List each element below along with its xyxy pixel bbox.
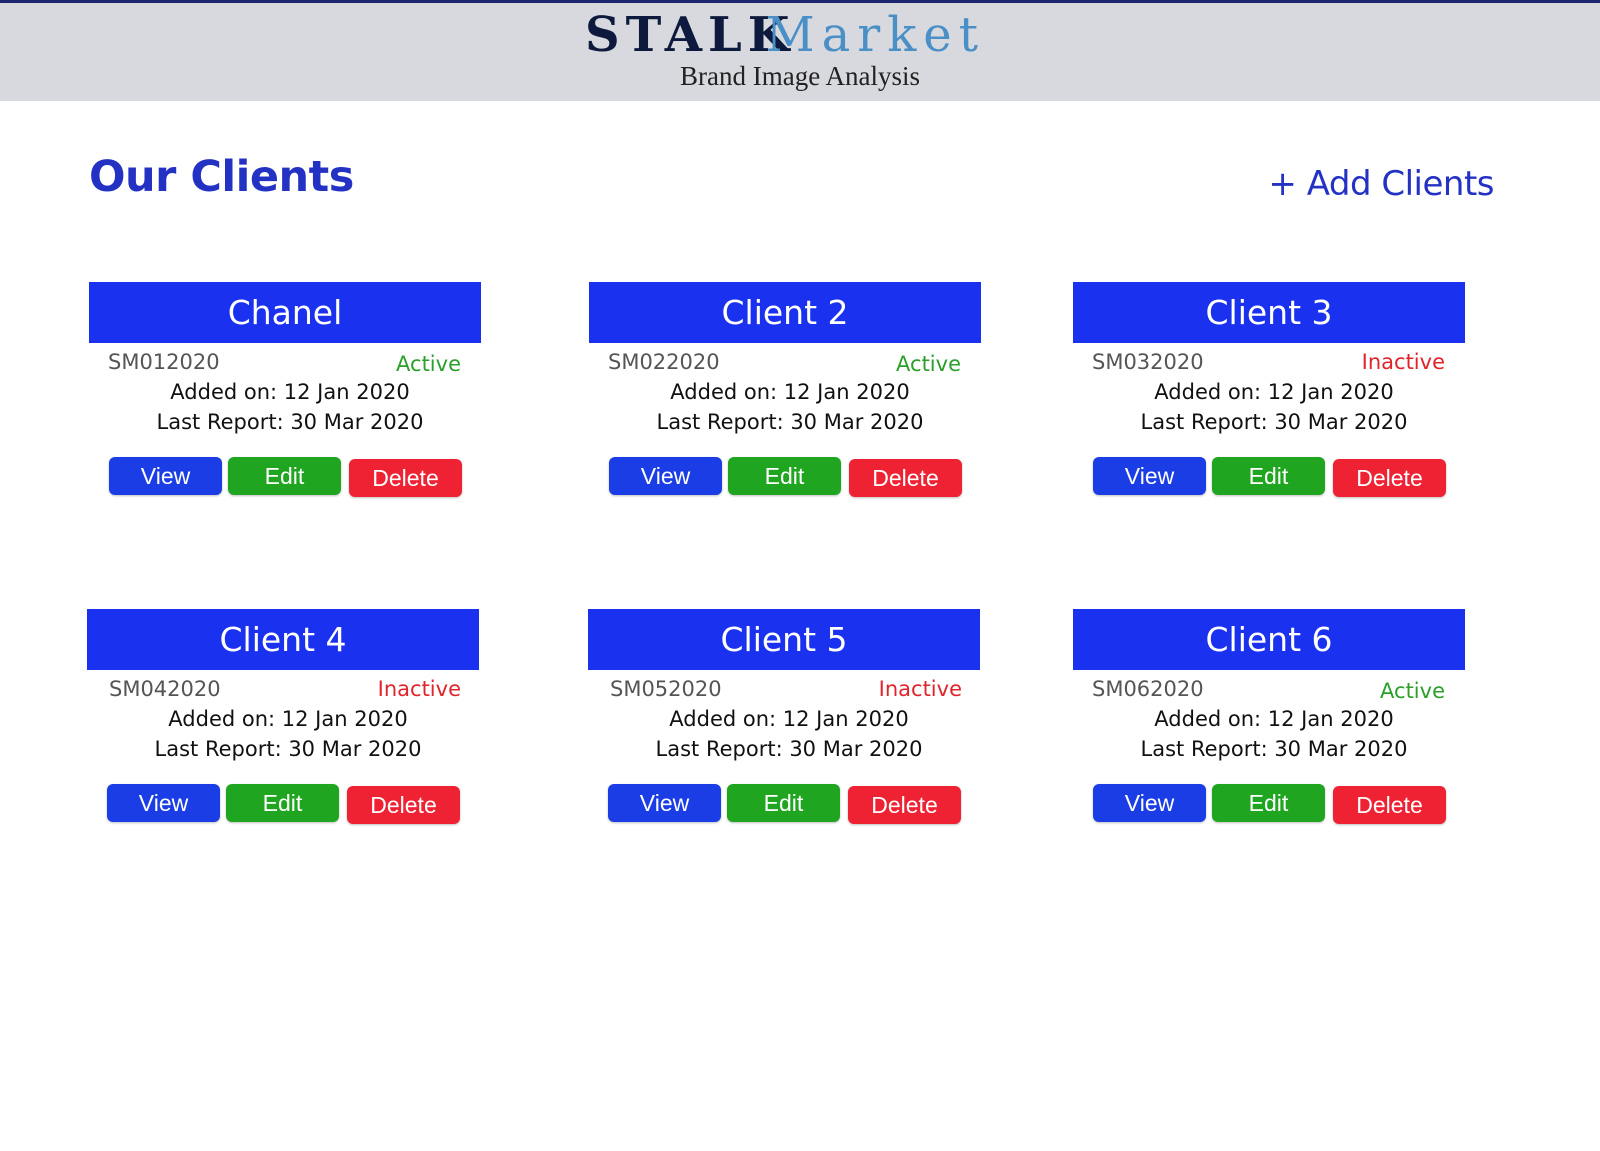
- view-button[interactable]: View: [1093, 784, 1206, 822]
- client-id: SM062020: [1092, 677, 1204, 701]
- client-added-date: Added on: 12 Jan 2020: [168, 707, 408, 731]
- page-title: Our Clients: [89, 152, 354, 202]
- client-added-date: Added on: 12 Jan 2020: [670, 380, 910, 404]
- client-id: SM012020: [108, 350, 220, 374]
- client-last-report: Last Report: 30 Mar 2020: [1140, 410, 1408, 434]
- client-last-report: Last Report: 30 Mar 2020: [156, 410, 424, 434]
- client-card: Client 6 SM062020 Active Added on: 12 Ja…: [1073, 609, 1465, 839]
- edit-button[interactable]: Edit: [728, 457, 841, 495]
- client-card: Client 3 SM032020 Inactive Added on: 12 …: [1073, 282, 1465, 512]
- client-added-date: Added on: 12 Jan 2020: [1154, 707, 1394, 731]
- client-name-header: Client 3: [1073, 282, 1465, 343]
- client-name-header: Client 6: [1073, 609, 1465, 670]
- client-card: Chanel SM012020 Active Added on: 12 Jan …: [89, 282, 481, 512]
- view-button[interactable]: View: [107, 784, 220, 822]
- delete-button[interactable]: Delete: [347, 786, 460, 824]
- client-added-date: Added on: 12 Jan 2020: [170, 380, 410, 404]
- delete-button[interactable]: Delete: [1333, 459, 1446, 497]
- brand-tagline: Brand Image Analysis: [680, 61, 920, 91]
- client-status-badge: Inactive: [878, 677, 962, 701]
- client-status-badge: Active: [896, 352, 961, 376]
- client-card: Client 5 SM052020 Inactive Added on: 12 …: [588, 609, 980, 839]
- client-added-date: Added on: 12 Jan 2020: [1154, 380, 1394, 404]
- delete-button[interactable]: Delete: [349, 459, 462, 497]
- client-id: SM022020: [608, 350, 720, 374]
- app-header: STALKMarket Brand Image Analysis: [0, 0, 1600, 101]
- client-last-report: Last Report: 30 Mar 2020: [1140, 737, 1408, 761]
- view-button[interactable]: View: [1093, 457, 1206, 495]
- client-card: Client 2 SM022020 Active Added on: 12 Ja…: [589, 282, 981, 512]
- client-name-header: Client 5: [588, 609, 980, 670]
- edit-button[interactable]: Edit: [228, 457, 341, 495]
- client-last-report: Last Report: 30 Mar 2020: [656, 410, 924, 434]
- edit-button[interactable]: Edit: [226, 784, 339, 822]
- client-card: Client 4 SM042020 Inactive Added on: 12 …: [87, 609, 479, 839]
- client-status-badge: Active: [1380, 679, 1445, 703]
- edit-button[interactable]: Edit: [1212, 784, 1325, 822]
- edit-button[interactable]: Edit: [1212, 457, 1325, 495]
- add-clients-link[interactable]: + Add Clients: [1268, 164, 1494, 204]
- client-id: SM052020: [610, 677, 722, 701]
- client-name-header: Client 2: [589, 282, 981, 343]
- view-button[interactable]: View: [109, 457, 222, 495]
- client-status-badge: Inactive: [377, 677, 461, 701]
- client-name-header: Client 4: [87, 609, 479, 670]
- delete-button[interactable]: Delete: [848, 786, 961, 824]
- delete-button[interactable]: Delete: [1333, 786, 1446, 824]
- client-added-date: Added on: 12 Jan 2020: [669, 707, 909, 731]
- delete-button[interactable]: Delete: [849, 459, 962, 497]
- view-button[interactable]: View: [609, 457, 722, 495]
- logo-stalk-text: STALK: [585, 7, 796, 63]
- logo-market-text: Market: [765, 7, 985, 63]
- client-status-badge: Inactive: [1361, 350, 1445, 374]
- client-last-report: Last Report: 30 Mar 2020: [154, 737, 422, 761]
- client-status-badge: Active: [396, 352, 461, 376]
- client-id: SM032020: [1092, 350, 1204, 374]
- client-name-header: Chanel: [89, 282, 481, 343]
- brand-logo[interactable]: STALKMarket: [0, 7, 1600, 63]
- client-id: SM042020: [109, 677, 221, 701]
- edit-button[interactable]: Edit: [727, 784, 840, 822]
- client-last-report: Last Report: 30 Mar 2020: [655, 737, 923, 761]
- view-button[interactable]: View: [608, 784, 721, 822]
